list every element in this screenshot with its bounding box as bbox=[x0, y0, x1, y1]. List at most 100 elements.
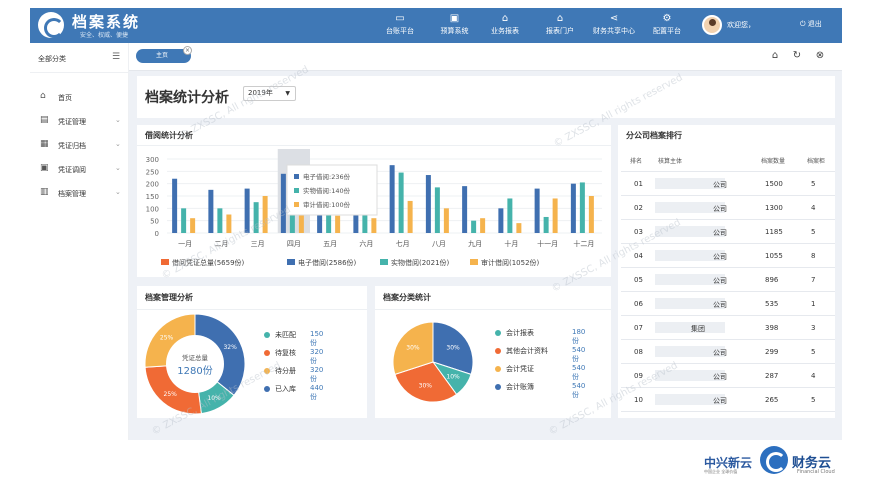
table-row[interactable]: 05 公司 896 7 bbox=[621, 268, 835, 292]
home-icon: ⌂ bbox=[40, 91, 46, 101]
donut-center-value: 1280份 bbox=[177, 365, 212, 377]
home-icon: ⌂ bbox=[501, 13, 509, 24]
top-navigation-bar: 档案系统 安全、权威、便捷 ▭ 台账平台 ▣ 预算系统 ⌂ 业务报表 ⌂ 报表门户 ⋖ 财… bbox=[30, 8, 842, 43]
bar-0-8 bbox=[462, 186, 468, 233]
table-row[interactable]: 04 公司 1055 8 bbox=[621, 244, 835, 268]
legend-item: 待复核 320份 bbox=[264, 348, 323, 365]
nav-ledger-platform[interactable]: ▭ 台账平台 bbox=[380, 12, 420, 40]
y-tick-label: 50 bbox=[150, 218, 159, 226]
legend-swatch bbox=[380, 259, 388, 265]
pie-percent-label: 30% bbox=[406, 344, 420, 351]
legend-item: 已入库 440份 bbox=[264, 384, 323, 401]
y-tick-label: 0 bbox=[155, 230, 159, 238]
caret-down-icon: ▼ bbox=[285, 90, 290, 97]
bar-0-7 bbox=[425, 175, 431, 233]
archive-category-title: 档案分类统计 bbox=[383, 293, 431, 302]
tab-close-icon[interactable]: × bbox=[183, 46, 192, 55]
y-tick-label: 250 bbox=[146, 168, 159, 176]
bar-2-11 bbox=[588, 196, 594, 233]
nav-business-report[interactable]: ⌂ 业务报表 bbox=[485, 12, 525, 40]
chevron-down-icon: ⌄ bbox=[115, 164, 121, 172]
close-circle-icon[interactable]: ⊗ bbox=[813, 49, 827, 63]
legend-swatch bbox=[161, 259, 169, 265]
bar-1-9 bbox=[507, 198, 513, 233]
monitor-icon: ▭ bbox=[395, 13, 405, 24]
user-avatar[interactable] bbox=[702, 15, 722, 35]
sidebar-item-home[interactable]: ⌂ 首页 bbox=[30, 87, 129, 107]
x-tick-label: 五月 bbox=[323, 240, 337, 248]
x-tick-label: 一月 bbox=[178, 240, 192, 248]
home-outline-icon[interactable]: ⌂ bbox=[768, 49, 782, 63]
nav-config-platform[interactable]: ⚙ 配置平台 bbox=[647, 12, 687, 40]
tooltip-swatch bbox=[294, 202, 299, 207]
chevron-down-icon: ⌄ bbox=[115, 188, 121, 196]
table-row[interactable]: 02 公司 1300 4 bbox=[621, 196, 835, 220]
bar-0-10 bbox=[534, 188, 540, 233]
table-row[interactable]: 08 公司 299 5 bbox=[621, 340, 835, 364]
bar-1-6 bbox=[398, 172, 404, 233]
app: 档案系统 安全、权威、便捷 ▭ 台账平台 ▣ 预算系统 ⌂ 业务报表 ⌂ 报表门户 ⋖ 财… bbox=[0, 0, 890, 500]
legend-label: 会计报表 bbox=[506, 329, 534, 337]
legend-item: 会计报表 180份 bbox=[495, 328, 585, 345]
legend-label: 审计借阅(1052份) bbox=[481, 258, 540, 267]
sidebar: 全部分类 ☰ ⌂ 首页 ▤ 凭证管理 ⌄ ▦ 凭证归档 ⌄ ▣ 凭证调阅 ⌄ ▥ 档案管理 ⌄ bbox=[30, 43, 129, 440]
sidebar-item-archive-management[interactable]: ▥ 档案管理 ⌄ bbox=[30, 183, 129, 203]
pie-percent-label: 30% bbox=[446, 344, 460, 351]
borrow-icon: ▣ bbox=[40, 163, 49, 173]
table-row[interactable]: 07 集团 398 3 bbox=[621, 316, 835, 340]
legend-label: 已入库 bbox=[275, 385, 296, 393]
sidebar-item-voucher-archive[interactable]: ▦ 凭证归档 ⌄ bbox=[30, 135, 129, 155]
welcome-text: 欢迎您， bbox=[727, 21, 755, 29]
sidebar-item-voucher-management[interactable]: ▤ 凭证管理 ⌄ bbox=[30, 111, 129, 131]
logout-button[interactable]: ⏻ 退出 bbox=[800, 19, 822, 29]
footer-tag-left: 中国企业 全球价值 bbox=[704, 469, 738, 474]
donut-center-label: 凭证总量 bbox=[182, 353, 209, 362]
sidebar-title: 全部分类 bbox=[38, 55, 66, 63]
system-title: 档案系统 bbox=[72, 13, 141, 31]
bar-2-5 bbox=[371, 218, 377, 233]
menu-toggle-icon[interactable]: ☰ bbox=[112, 52, 120, 62]
legend-item: 未匹配 150份 bbox=[264, 330, 323, 347]
bar-0-3 bbox=[280, 173, 286, 233]
nav-shared-service-center[interactable]: ⋖ 财务共享中心 bbox=[588, 12, 640, 40]
pie-percent-label: 25% bbox=[164, 391, 178, 398]
divider bbox=[375, 309, 611, 310]
legend-value: 320份 bbox=[310, 348, 324, 365]
y-tick-label: 200 bbox=[146, 181, 159, 189]
y-tick-label: 100 bbox=[146, 205, 159, 213]
legend-value: 180份 bbox=[572, 328, 586, 345]
sidebar-item-voucher-borrow[interactable]: ▣ 凭证调阅 ⌄ bbox=[30, 159, 129, 179]
bar-0-0 bbox=[172, 178, 178, 233]
chevron-down-icon: ⌄ bbox=[115, 140, 121, 148]
bar-2-4 bbox=[335, 215, 341, 233]
archive-management-title: 档案管理分析 bbox=[145, 293, 193, 302]
y-tick-label: 150 bbox=[146, 193, 159, 201]
bar-2-1 bbox=[226, 214, 232, 233]
table-row[interactable]: 06 公司 535 1 bbox=[621, 292, 835, 316]
bar-1-7 bbox=[434, 187, 440, 233]
table-row[interactable]: 10 公司 265 5 bbox=[621, 388, 835, 412]
archive-category-pie: 30% 10% 30% 30% bbox=[393, 322, 473, 402]
portal-icon: ⌂ bbox=[556, 13, 564, 24]
donut-hole bbox=[166, 335, 224, 393]
bar-0-9 bbox=[498, 208, 504, 233]
chevron-down-icon: ⌄ bbox=[115, 116, 121, 124]
x-tick-label: 三月 bbox=[251, 240, 265, 248]
bar-1-10 bbox=[543, 216, 549, 233]
table-row[interactable]: 01 公司 1500 5 bbox=[621, 172, 835, 196]
refresh-icon[interactable]: ↻ bbox=[790, 49, 804, 63]
legend-item: 会计账簿 540份 bbox=[495, 382, 585, 399]
pie-percent-label: 30% bbox=[419, 383, 433, 390]
legend-value: 540份 bbox=[572, 382, 586, 399]
bar-2-10 bbox=[552, 198, 558, 233]
archive-logo-icon bbox=[38, 12, 64, 38]
bar-2-7 bbox=[443, 208, 449, 233]
footer-tag-right: Financial Cloud bbox=[797, 469, 835, 475]
x-tick-label: 四月 bbox=[287, 240, 301, 248]
legend-swatch bbox=[470, 259, 478, 265]
pie-percent-label: 25% bbox=[160, 334, 174, 341]
legend-value: 540份 bbox=[572, 346, 586, 363]
legend-label: 会计账簿 bbox=[506, 383, 534, 391]
nav-report-portal[interactable]: ⌂ 报表门户 bbox=[540, 12, 580, 40]
nav-budget-system[interactable]: ▣ 预算系统 bbox=[432, 12, 477, 40]
